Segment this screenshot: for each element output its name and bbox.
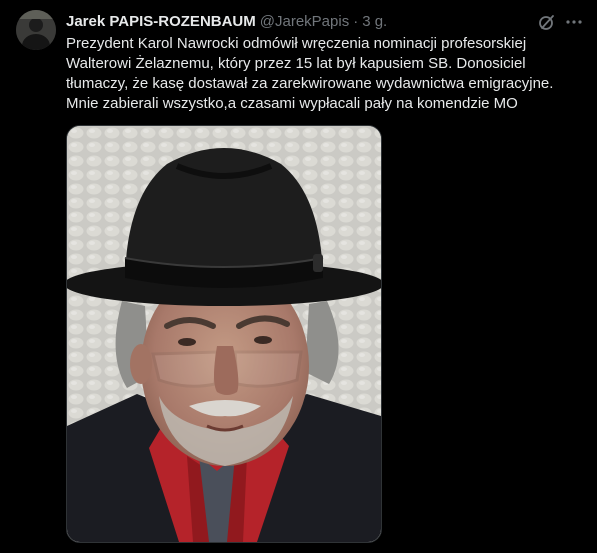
tweet-photo[interactable] bbox=[66, 125, 382, 543]
tweet-text: Prezydent Karol Nawrocki odmówił wręczen… bbox=[66, 34, 586, 114]
tweet-text-line: tłumaczy, że kasę dostawał za zarekwirow… bbox=[66, 75, 554, 92]
timestamp[interactable]: 3 g. bbox=[362, 13, 387, 30]
more-options-icon[interactable] bbox=[563, 11, 585, 33]
grok-icon[interactable] bbox=[536, 11, 558, 33]
author-handle[interactable]: @JarekPapis bbox=[260, 13, 349, 30]
tweet-text-line: Prezydent Karol Nawrocki odmówił wręczen… bbox=[66, 35, 527, 52]
tweet-text-line: Walterowi Żelaznemu, który przez 15 lat … bbox=[66, 55, 526, 72]
author-name[interactable]: Jarek PAPIS-ROZENBAUM bbox=[66, 13, 256, 30]
tweet-text-line: Mnie zabierali wszystko,a czasami wypłac… bbox=[66, 95, 518, 112]
tweet: Jarek PAPIS-ROZENBAUM @JarekPapis · 3 g.… bbox=[0, 0, 597, 553]
avatar[interactable] bbox=[16, 10, 56, 50]
tweet-header: Jarek PAPIS-ROZENBAUM @JarekPapis · 3 g. bbox=[66, 11, 387, 31]
separator: · bbox=[353, 12, 359, 30]
